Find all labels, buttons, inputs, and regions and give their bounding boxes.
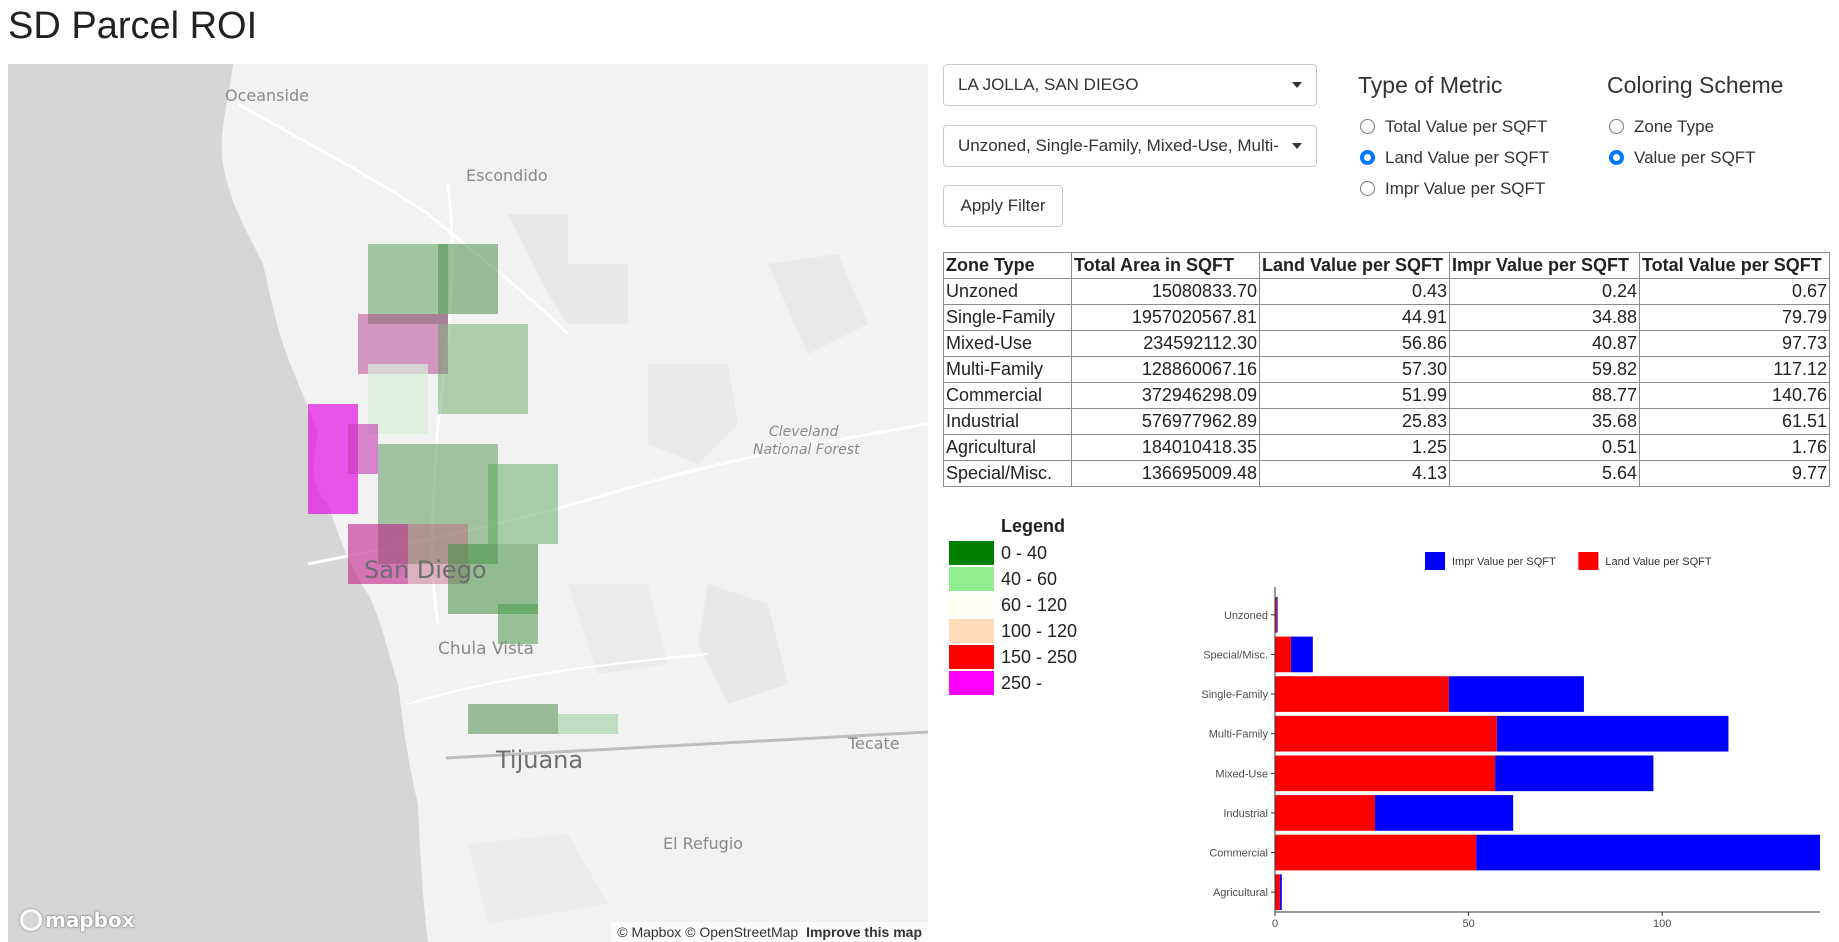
- parcel-map[interactable]: Oceanside Escondido Cleveland National F…: [8, 64, 928, 942]
- table-row: Unzoned 15080833.70 0.43 0.24 0.67: [943, 278, 1830, 305]
- bar-land-value: [1275, 834, 1477, 871]
- coloring-option-zone-type[interactable]: Zone Type: [1607, 111, 1783, 142]
- metric-option-impr[interactable]: Impr Value per SQFT: [1358, 173, 1549, 204]
- legend-swatch: [949, 645, 994, 669]
- label-escondido: Escondido: [466, 166, 548, 185]
- legend-item: 60 - 120: [949, 592, 1077, 618]
- radio-button-checked[interactable]: [1609, 150, 1624, 165]
- bar-land-value: [1275, 676, 1449, 712]
- radio-button[interactable]: [1609, 119, 1624, 134]
- legend-item: 40 - 60: [949, 566, 1077, 592]
- metric-title: Type of Metric: [1358, 72, 1503, 98]
- bar-land-value: [1275, 755, 1496, 792]
- table-row: Mixed-Use 234592112.30 56.86 40.87 97.73: [943, 330, 1830, 357]
- zone-summary-table: Zone Type Total Area in SQFT Land Value …: [943, 252, 1830, 487]
- bar-impr-value: [1495, 755, 1654, 792]
- legend-item: 250 -: [949, 670, 1077, 696]
- radio-button-checked[interactable]: [1360, 150, 1375, 165]
- x-tick-label: 50: [1462, 918, 1474, 930]
- y-tick-label: Mixed-Use: [1215, 768, 1268, 780]
- chart-legend-label: Impr Value per SQFT: [1452, 556, 1556, 568]
- table-header-row: Zone Type Total Area in SQFT Land Value …: [943, 252, 1830, 279]
- legend-item: 150 - 250: [949, 644, 1077, 670]
- label-chula-vista: Chula Vista: [438, 639, 534, 659]
- label-tijuana: Tijuana: [496, 746, 584, 774]
- location-select[interactable]: LA JOLLA, SAN DIEGO: [943, 64, 1317, 106]
- coloring-option-value[interactable]: Value per SQFT: [1607, 142, 1783, 173]
- chart-legend-label: Land Value per SQFT: [1605, 556, 1711, 568]
- y-tick-label: Special/Misc.: [1203, 649, 1268, 661]
- legend-item: 100 - 120: [949, 618, 1077, 644]
- bar-impr-value: [1375, 795, 1514, 831]
- table-row: Agricultural 184010418.35 1.25 0.51 1.76: [943, 434, 1830, 461]
- col-zone-type: Zone Type: [943, 252, 1072, 279]
- col-impr-value: Impr Value per SQFT: [1449, 252, 1640, 279]
- bar-land-value: [1275, 874, 1280, 911]
- table-row: Special/Misc. 136695009.48 4.13 5.64 9.77: [943, 460, 1830, 487]
- location-select-value: LA JOLLA, SAN DIEGO: [958, 75, 1139, 94]
- legend-item: 0 - 40: [949, 540, 1077, 566]
- label-oceanside: Oceanside: [225, 86, 309, 105]
- coloring-radio-group: Coloring Scheme Zone Type Value per SQFT: [1607, 72, 1783, 173]
- col-land-value: Land Value per SQFT: [1259, 252, 1450, 279]
- value-bar-chart: Impr Value per SQFT Land Value per SQFT Un…: [1201, 552, 1820, 930]
- x-tick-label: 0: [1272, 918, 1278, 930]
- chevron-down-icon: [1292, 82, 1302, 88]
- label-san-diego: San Diego: [364, 556, 487, 584]
- bar-impr-value: [1279, 874, 1282, 911]
- page-title: SD Parcel ROI: [8, 5, 258, 47]
- x-tick-label: 100: [1653, 918, 1671, 930]
- legend-swatch: [949, 567, 994, 591]
- mapbox-logo-icon: [20, 909, 42, 931]
- y-tick-label: Unzoned: [1224, 610, 1268, 622]
- label-cleveland: Cleveland: [769, 424, 839, 440]
- y-tick-label: Industrial: [1223, 808, 1268, 820]
- bar-impr-value: [1496, 715, 1729, 752]
- legend-swatch: [949, 593, 994, 617]
- col-total-area: Total Area in SQFT: [1071, 252, 1260, 279]
- y-tick-label: Multi-Family: [1209, 729, 1269, 741]
- table-row: Multi-Family 128860067.16 57.30 59.82 117.12: [943, 356, 1830, 383]
- legend-title: Legend: [1001, 516, 1066, 536]
- map-attribution: © Mapbox © OpenStreetMap Improve this ma…: [611, 922, 928, 942]
- bar-impr-value: [1476, 834, 1820, 871]
- table-row: Single-Family 1957020567.81 44.91 34.88 79.7…: [943, 304, 1830, 331]
- label-el-refugio: El Refugio: [663, 834, 744, 853]
- apply-filter-button[interactable]: Apply Filter: [943, 185, 1063, 227]
- table-row: Industrial 576977962.89 25.83 35.68 61.51: [943, 408, 1830, 435]
- y-tick-label: Commercial: [1209, 848, 1268, 860]
- radio-button[interactable]: [1360, 181, 1375, 196]
- map-legend: Legend 0 - 40 40 - 60 60 - 120 100 - 120…: [949, 516, 1077, 696]
- table-row: Commercial 372946298.09 51.99 88.77 140.76: [943, 382, 1830, 409]
- bar-land-value: [1275, 795, 1376, 831]
- label-national-forest: National Forest: [753, 442, 860, 458]
- mapbox-logo[interactable]: mapbox: [20, 908, 135, 932]
- bar-land-value: [1275, 715, 1497, 752]
- legend-swatch: [949, 541, 994, 565]
- chart-legend-swatch: [1425, 552, 1445, 570]
- label-tecate: Tecate: [848, 734, 900, 753]
- radio-button[interactable]: [1360, 119, 1375, 134]
- legend-swatch: [949, 671, 994, 695]
- bar-impr-value: [1290, 636, 1313, 673]
- zone-select-value: Unzoned, Single-Family, Mixed-Use, Multi…: [958, 136, 1279, 155]
- bar-impr-value: [1448, 676, 1584, 712]
- legend-swatch: [949, 619, 994, 643]
- chart-legend-swatch: [1578, 552, 1599, 570]
- metric-option-land[interactable]: Land Value per SQFT: [1358, 142, 1549, 173]
- y-tick-label: Single-Family: [1201, 689, 1268, 701]
- y-tick-label: Agricultural: [1213, 887, 1268, 899]
- metric-radio-group: Type of Metric Total Value per SQFT Land…: [1358, 72, 1549, 204]
- chevron-down-icon: [1292, 143, 1302, 149]
- zone-select[interactable]: Unzoned, Single-Family, Mixed-Use, Multi…: [943, 125, 1317, 167]
- map-basemap: [8, 64, 928, 942]
- bar-land-value: [1275, 636, 1291, 673]
- metric-option-total[interactable]: Total Value per SQFT: [1358, 111, 1549, 142]
- bar-impr-value: [1276, 596, 1278, 633]
- col-total-value: Total Value per SQFT: [1639, 252, 1830, 279]
- coloring-title: Coloring Scheme: [1607, 72, 1784, 98]
